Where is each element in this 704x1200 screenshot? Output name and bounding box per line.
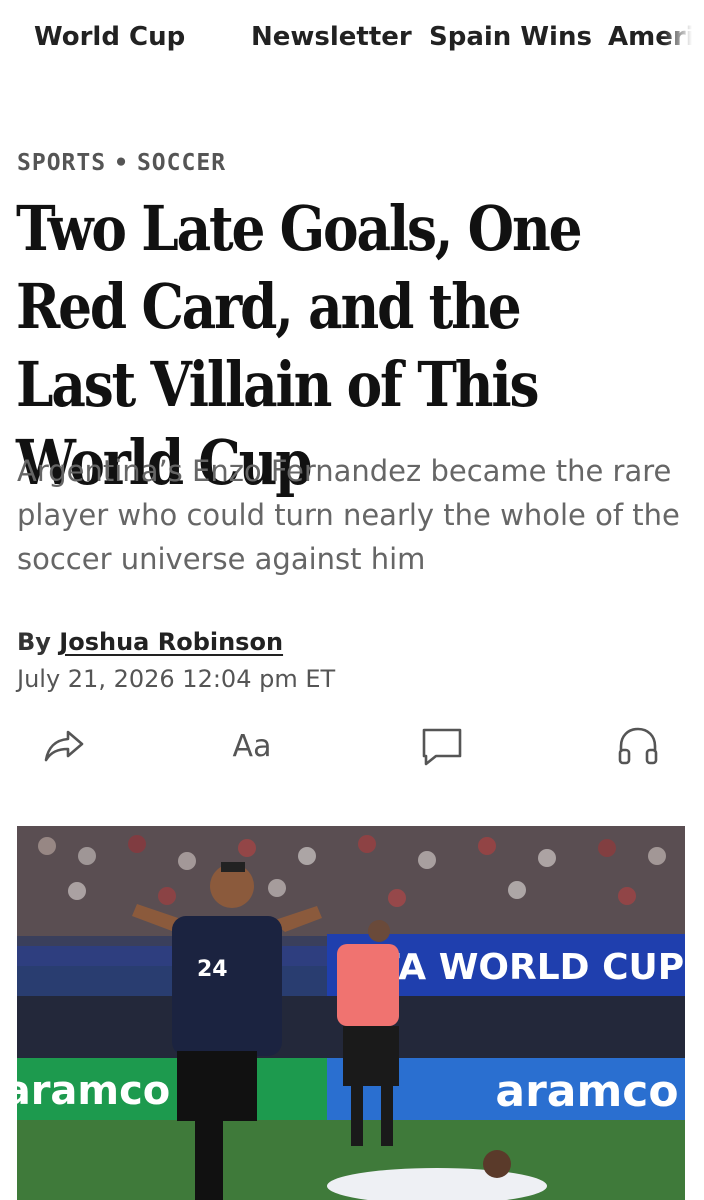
kicker-section-link[interactable]: SPORTS: [17, 150, 106, 176]
article-toolbar: Aa: [0, 722, 704, 772]
top-nav: World Cup Newsletter Spain Wins Ameri: [0, 0, 704, 80]
nav-item-newsletter[interactable]: Newsletter: [251, 22, 412, 52]
article-dek: Argentina’s Enzo Fernandez became the ra…: [17, 454, 680, 576]
comment-icon: [422, 728, 462, 766]
kicker-subsection-link[interactable]: SOCCER: [137, 150, 226, 176]
nav-item-spain-wins[interactable]: Spain Wins: [429, 22, 592, 52]
author-link[interactable]: Joshua Robinson: [59, 628, 283, 656]
kicker-separator: •: [114, 150, 129, 176]
lead-photo-illustration: FIFA WORLD CUP aramco aramco 24: [17, 826, 685, 1200]
section-kicker: SPORTS • SOCCER: [17, 150, 226, 176]
share-icon: [44, 730, 84, 762]
byline: By Joshua Robinson: [17, 628, 283, 656]
comments-button[interactable]: [418, 722, 466, 770]
text-size-label: Aa: [232, 728, 272, 764]
publish-timestamp: July 21, 2026 12:04 pm ET: [17, 665, 336, 693]
headphones-icon: [618, 727, 658, 765]
nav-fade: [664, 0, 704, 80]
lead-photo[interactable]: FIFA WORLD CUP aramco aramco 24: [17, 826, 685, 1200]
text-size-button[interactable]: Aa: [228, 722, 276, 770]
nav-item-world-cup[interactable]: World Cup: [34, 22, 185, 52]
board-right-text: aramco: [495, 1066, 678, 1117]
board-left-text: aramco: [17, 1068, 170, 1114]
share-button[interactable]: [40, 722, 88, 770]
jersey-number: 24: [197, 957, 228, 982]
byline-prefix: By: [17, 628, 51, 656]
listen-button[interactable]: [614, 722, 662, 770]
